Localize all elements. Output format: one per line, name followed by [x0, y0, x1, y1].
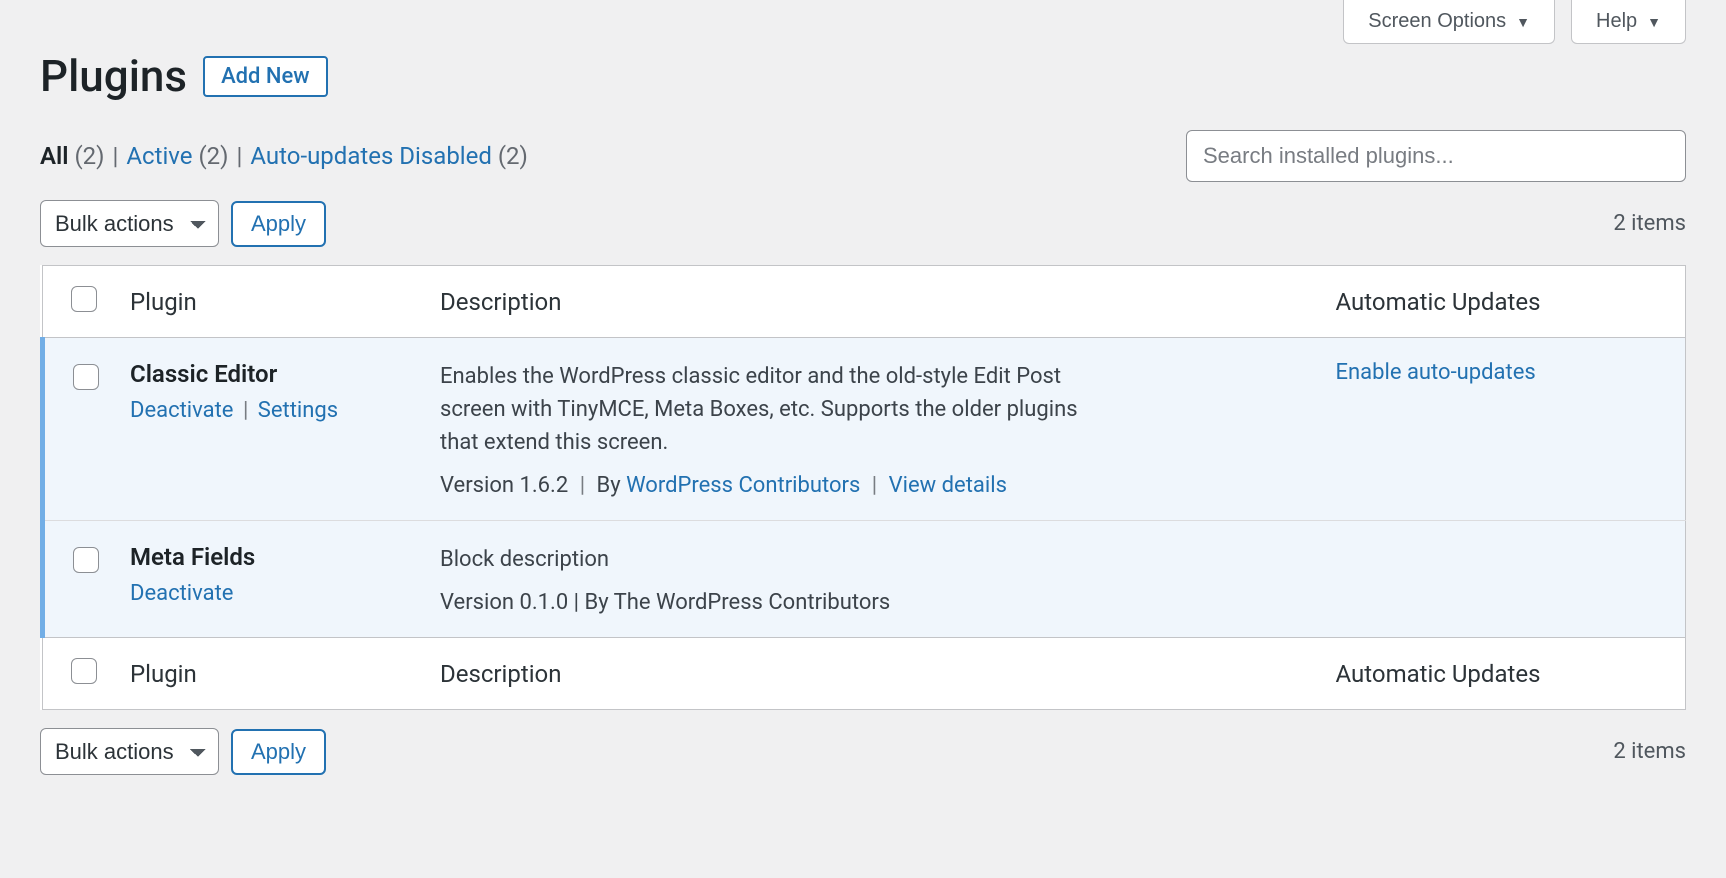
- search-input[interactable]: [1186, 130, 1686, 182]
- plugin-name: Classic Editor: [130, 360, 400, 388]
- col-auto-updates[interactable]: Automatic Updates: [1316, 638, 1686, 710]
- select-all-top-checkbox[interactable]: [71, 286, 97, 312]
- apply-button-top[interactable]: Apply: [231, 201, 326, 247]
- view-details-link[interactable]: View details: [889, 473, 1007, 498]
- add-new-button[interactable]: Add New: [203, 56, 328, 97]
- row-checkbox[interactable]: [73, 364, 99, 390]
- row-checkbox[interactable]: [73, 547, 99, 573]
- table-row: Classic Editor Deactivate | Settings Ena…: [43, 338, 1686, 521]
- help-button[interactable]: Help ▼: [1571, 0, 1686, 44]
- screen-options-button[interactable]: Screen Options ▼: [1343, 0, 1555, 44]
- plugin-description: Enables the WordPress classic editor and…: [440, 360, 1120, 459]
- caret-down-icon: ▼: [1647, 14, 1661, 30]
- separator: |: [239, 398, 252, 423]
- caret-down-icon: ▼: [1516, 14, 1530, 30]
- apply-button-bottom[interactable]: Apply: [231, 729, 326, 775]
- separator: |: [105, 142, 127, 170]
- table-row: Meta Fields Deactivate Block description…: [43, 521, 1686, 638]
- deactivate-link[interactable]: Deactivate: [130, 398, 233, 423]
- bulk-actions-select-bottom[interactable]: Bulk actions: [40, 728, 219, 775]
- settings-link[interactable]: Settings: [258, 398, 338, 423]
- select-all-bottom-checkbox[interactable]: [71, 658, 97, 684]
- col-plugin[interactable]: Plugin: [110, 266, 420, 338]
- col-description: Description: [420, 638, 1316, 710]
- filter-auto-updates-disabled[interactable]: Auto-updates Disabled (2): [250, 142, 528, 170]
- help-label: Help: [1596, 10, 1637, 33]
- plugin-author-link[interactable]: WordPress Contributors: [626, 473, 860, 498]
- col-description: Description: [420, 266, 1316, 338]
- filter-links: All (2) | Active (2) | Auto-updates Disa…: [40, 142, 528, 170]
- plugins-table: Plugin Description Automatic Updates Cla…: [40, 265, 1686, 710]
- col-plugin[interactable]: Plugin: [110, 638, 420, 710]
- deactivate-link[interactable]: Deactivate: [130, 581, 233, 606]
- filter-active[interactable]: Active (2): [126, 142, 228, 170]
- item-count-bottom: 2 items: [1613, 739, 1686, 764]
- plugin-description: Block description: [440, 543, 1120, 576]
- page-title: Plugins: [40, 50, 187, 102]
- col-auto-updates[interactable]: Automatic Updates: [1316, 266, 1686, 338]
- screen-options-label: Screen Options: [1368, 10, 1506, 33]
- enable-auto-updates-link[interactable]: Enable auto-updates: [1336, 360, 1536, 385]
- filter-all[interactable]: All (2): [40, 142, 105, 170]
- bulk-actions-select-top[interactable]: Bulk actions: [40, 200, 219, 247]
- item-count-top: 2 items: [1613, 211, 1686, 236]
- plugin-meta: Version 1.6.2 | By WordPress Contributor…: [440, 473, 1296, 498]
- plugin-meta: Version 0.1.0 | By The WordPress Contrib…: [440, 590, 1296, 615]
- separator: |: [229, 142, 251, 170]
- plugin-name: Meta Fields: [130, 543, 400, 571]
